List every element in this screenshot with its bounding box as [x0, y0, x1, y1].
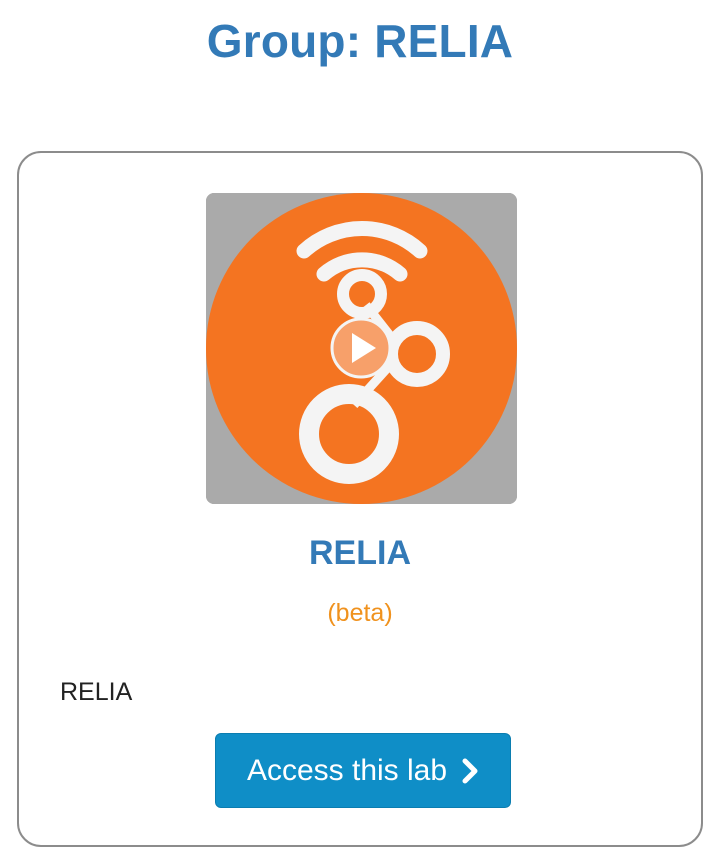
access-lab-button-label: Access this lab	[246, 753, 448, 787]
page: Group: RELIA RELIA (beta) RELIA Access t…	[0, 0, 720, 866]
relia-logo-icon	[206, 193, 517, 504]
access-lab-button[interactable]: Access this lab	[215, 733, 511, 808]
lab-name-link[interactable]: RELIA	[19, 534, 701, 573]
lab-thumbnail[interactable]	[206, 193, 517, 504]
lab-card: RELIA (beta) RELIA Access this lab	[17, 151, 703, 847]
page-title: Group: RELIA	[206, 15, 514, 67]
chevron-right-icon	[462, 758, 478, 783]
beta-badge: (beta)	[327, 599, 393, 627]
lab-description: RELIA	[60, 678, 133, 706]
